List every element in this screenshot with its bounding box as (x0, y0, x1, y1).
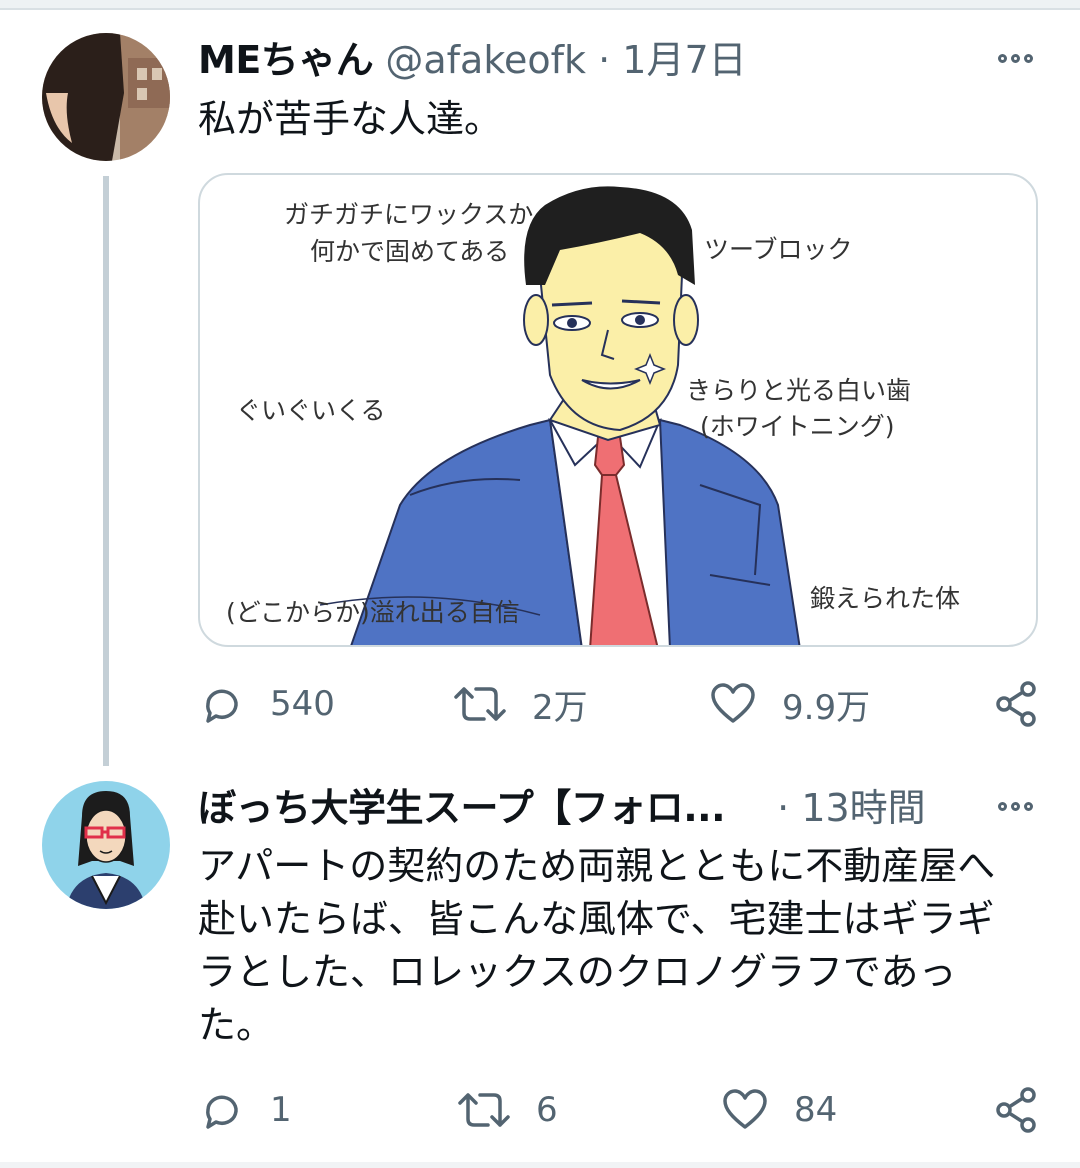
tweet-header: MEちゃん @afakeofk · 1月7日 (198, 38, 747, 82)
share-button[interactable] (994, 1080, 1038, 1140)
share-icon (996, 681, 1036, 727)
more-icon[interactable] (995, 796, 1035, 816)
image-label: (ホワイトニング) (700, 412, 895, 441)
retweet-icon (458, 1093, 510, 1127)
separator: · (777, 786, 790, 830)
retweet-count: 6 (536, 1090, 558, 1130)
top-divider (0, 0, 1080, 10)
tweet-image[interactable]: ガチガチにワックスか 何かで固めてある ツーブロック ぐいぐいくる きらりと光る… (198, 173, 1038, 647)
reply-icon (206, 689, 238, 723)
tweet-text-line: ラとした、ロレックスのクロノグラフであっ (198, 950, 957, 994)
thread-line (103, 176, 109, 766)
retweet-button[interactable]: 6 (458, 1080, 558, 1140)
display-name[interactable]: MEちゃん (198, 38, 374, 82)
tweet-header: ぼっち大学生スープ【フォロ... · 13時間 (198, 786, 926, 830)
avatar[interactable] (42, 33, 170, 161)
image-label: きらりと光る白い歯 (686, 376, 912, 405)
like-button[interactable]: 9.9万 (710, 674, 870, 734)
tweet-actions: 540 2万 9.9万 (198, 674, 1040, 734)
heart-icon (723, 1089, 767, 1129)
more-icon[interactable] (995, 48, 1035, 68)
like-count: 9.9万 (782, 687, 871, 728)
timestamp[interactable]: 13時間 (801, 786, 925, 830)
retweet-button[interactable]: 2万 (454, 674, 588, 734)
image-label: ガチガチにワックスか (284, 200, 534, 229)
heart-icon (711, 683, 755, 723)
reply-icon (206, 1095, 238, 1129)
reply-count: 1 (270, 1090, 292, 1130)
image-label: 鍛えられた体 (810, 584, 961, 613)
handle[interactable]: @afakeofk (385, 38, 586, 82)
bottom-divider (0, 1162, 1080, 1168)
reply-button[interactable]: 540 (198, 674, 335, 734)
reply-count: 540 (270, 684, 335, 724)
retweet-icon (454, 687, 506, 721)
image-label: (どこからか)溢れ出る自信 (226, 598, 520, 627)
tweet-text-line: アパートの契約のため両親とともに不動産屋へ (198, 844, 996, 888)
image-label: ツーブロック (704, 235, 853, 264)
like-count: 84 (794, 1090, 838, 1130)
tweet-text: 私が苦手な人達。 (198, 97, 503, 141)
reply-button[interactable]: 1 (198, 1080, 292, 1140)
retweet-count: 2万 (532, 687, 588, 728)
avatar[interactable] (42, 781, 170, 909)
image-label: 何かで固めてある (310, 237, 510, 266)
display-name[interactable]: ぼっち大学生スープ【フォロ... (198, 786, 726, 830)
timestamp[interactable]: 1月7日 (622, 38, 746, 82)
like-button[interactable]: 84 (722, 1080, 837, 1140)
share-icon (996, 1087, 1036, 1133)
image-label: ぐいぐいくる (236, 396, 386, 425)
tweet-text: アパートの契約のため両親とともに不動産屋へ 赴いたらば、皆こんな風体で、宅建士は… (198, 840, 995, 1052)
tweet-text-line: 赴いたらば、皆こんな風体で、宅建士はギラギ (198, 897, 995, 941)
separator: · (598, 38, 611, 82)
share-button[interactable] (994, 674, 1038, 734)
tweet-actions: 1 6 84 (198, 1080, 1040, 1140)
tweet-text-line: た。 (198, 1003, 275, 1047)
